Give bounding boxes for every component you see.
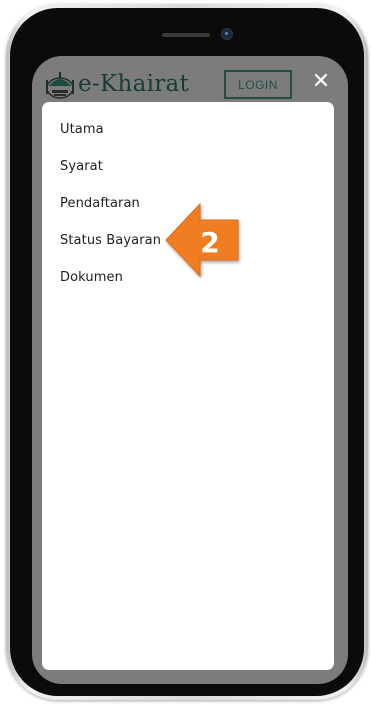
- mosque-logo-icon: [46, 72, 74, 99]
- speaker-grille: [162, 33, 210, 37]
- login-button[interactable]: LOGIN: [224, 70, 292, 99]
- arrow-left-icon: 2: [165, 202, 239, 278]
- step-number-label: 2: [200, 226, 219, 259]
- notch: [104, 28, 276, 52]
- app-header: e-Khairat LOGIN ✕: [32, 56, 348, 102]
- screen: e-Khairat LOGIN ✕ Utama Syarat Pendaftar…: [32, 56, 348, 684]
- close-icon[interactable]: ✕: [310, 71, 332, 93]
- brand-title: e-Khairat: [78, 71, 190, 97]
- menu-item-utama[interactable]: Utama: [60, 122, 104, 137]
- front-camera: [221, 28, 233, 40]
- menu-item-pendaftaran[interactable]: Pendaftaran: [60, 196, 140, 211]
- menu-item-syarat[interactable]: Syarat: [60, 159, 103, 174]
- menu-item-dokumen[interactable]: Dokumen: [60, 270, 123, 285]
- menu-item-status-bayaran[interactable]: Status Bayaran: [60, 233, 161, 248]
- nav-menu-panel: Utama Syarat Pendaftaran Status Bayaran …: [42, 102, 334, 670]
